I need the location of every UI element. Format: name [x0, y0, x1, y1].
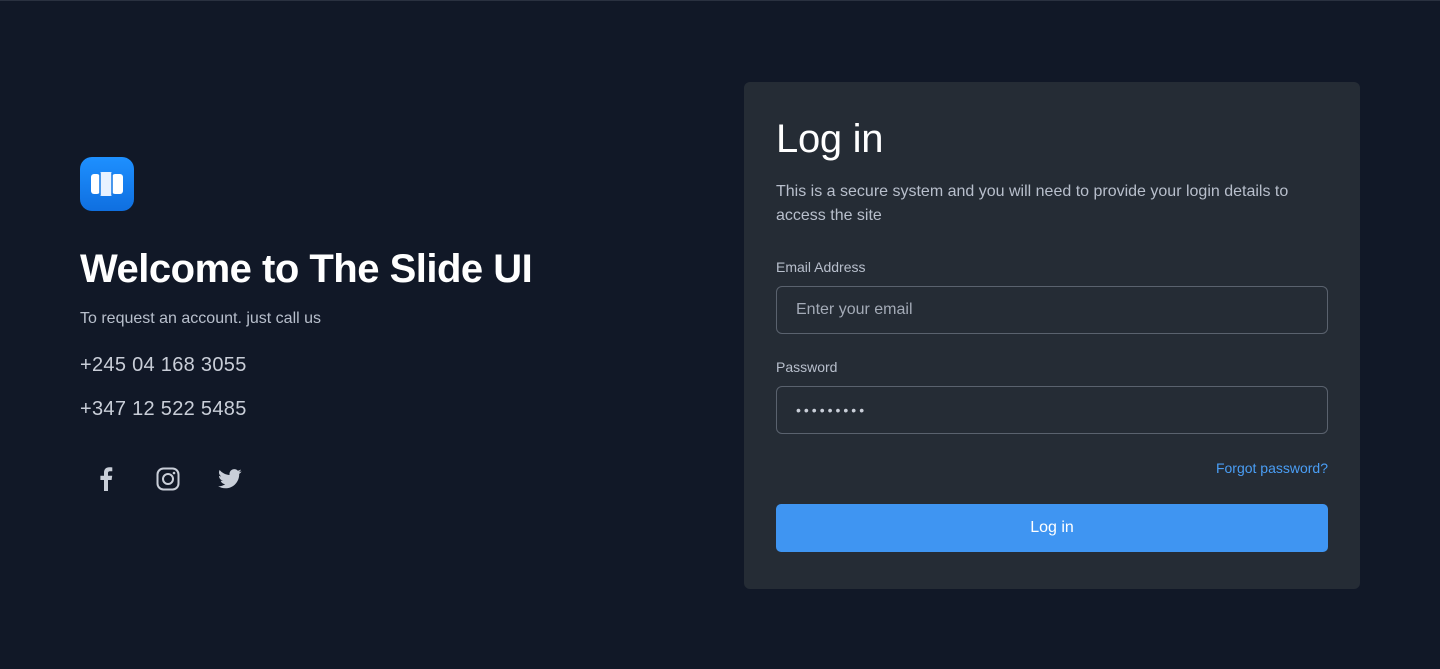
- login-title: Log in: [776, 117, 884, 161]
- forgot-row: Forgot password?: [776, 460, 1328, 478]
- login-button[interactable]: Log in: [776, 504, 1328, 552]
- welcome-title: Welcome to The Slide UI: [80, 247, 533, 291]
- email-label: Email Address: [776, 259, 866, 275]
- login-page: Welcome to The Slide UI To request an ac…: [0, 0, 1440, 669]
- phone-number: +347 12 522 5485: [80, 398, 247, 420]
- instagram-icon[interactable]: [152, 463, 184, 495]
- login-card: Log in This is a secure system and you w…: [744, 82, 1360, 589]
- login-description: This is a secure system and you will nee…: [776, 183, 1289, 224]
- password-field[interactable]: •••••••••: [776, 386, 1328, 434]
- social-links: [80, 463, 640, 495]
- welcome-panel: Welcome to The Slide UI To request an ac…: [80, 157, 640, 495]
- welcome-subtitle: To request an account. just call us: [80, 310, 322, 327]
- slides-logo-icon: [80, 157, 134, 211]
- twitter-icon[interactable]: [214, 463, 246, 495]
- phone-number: +245 04 168 3055: [80, 354, 247, 376]
- password-label: Password: [776, 359, 838, 375]
- facebook-icon[interactable]: [90, 463, 122, 495]
- forgot-password-link[interactable]: Forgot password?: [1216, 460, 1328, 476]
- email-field[interactable]: [776, 286, 1328, 334]
